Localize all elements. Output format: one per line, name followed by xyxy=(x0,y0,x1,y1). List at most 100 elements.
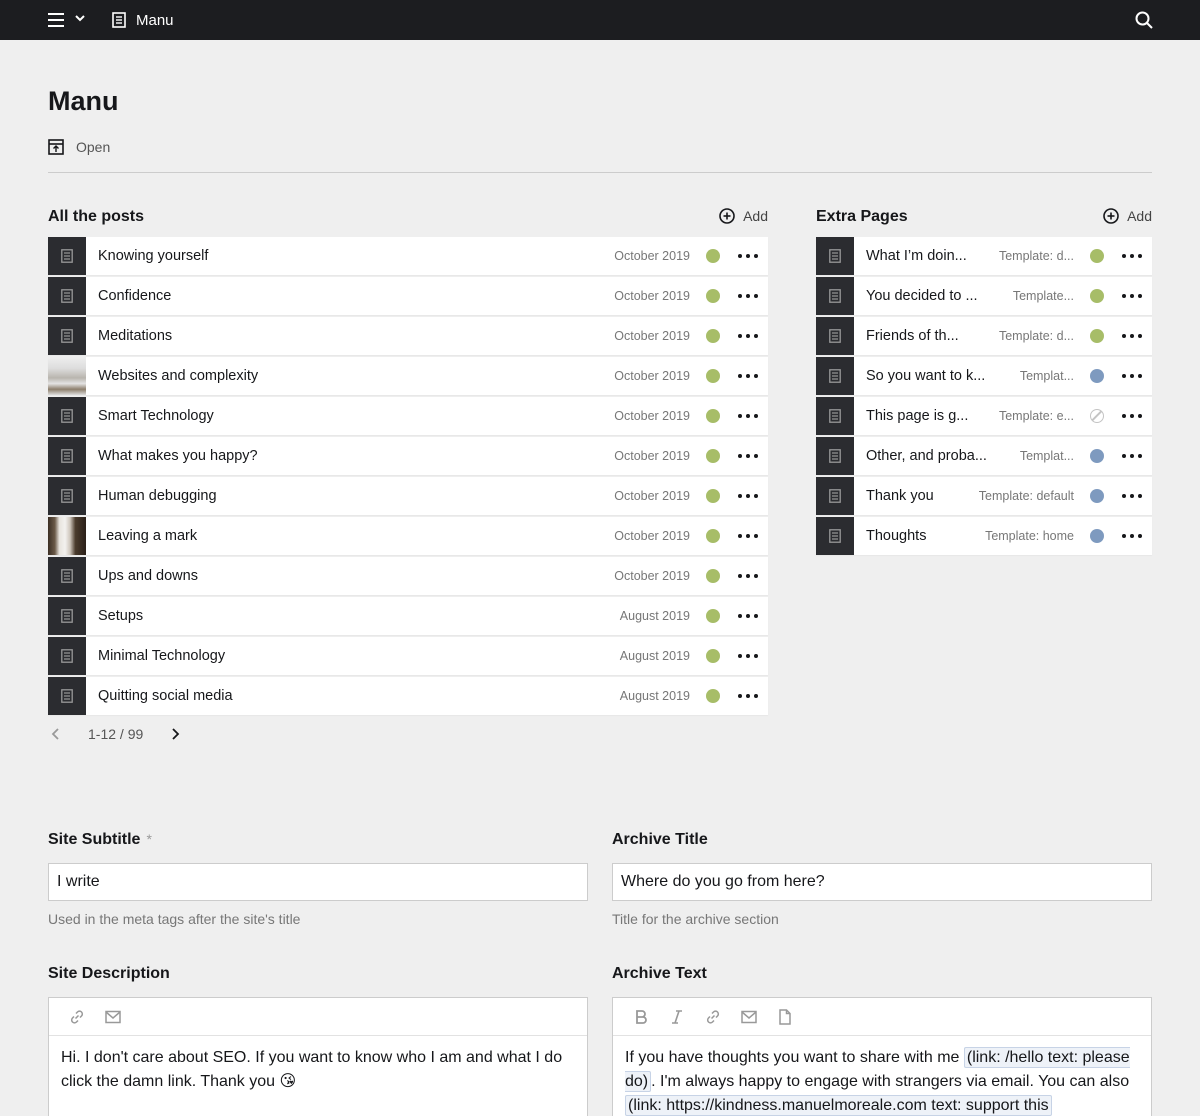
item-title[interactable]: What makes you happy? xyxy=(98,448,614,464)
options-button[interactable] xyxy=(738,566,758,586)
options-button[interactable] xyxy=(1122,286,1142,306)
item-title[interactable]: Websites and complexity xyxy=(98,368,614,384)
item-title[interactable]: Confidence xyxy=(98,288,614,304)
status-listed-icon[interactable] xyxy=(706,289,720,303)
item-title[interactable]: Quitting social media xyxy=(98,688,620,704)
status-listed-icon[interactable] xyxy=(1090,289,1104,303)
search-icon[interactable] xyxy=(1134,10,1154,30)
list-item[interactable]: Friends of th... Template: d... xyxy=(816,317,1152,355)
italic-button[interactable] xyxy=(659,998,695,1036)
item-title[interactable]: Friends of th... xyxy=(866,328,999,344)
status-listed-icon[interactable] xyxy=(706,449,720,463)
options-button[interactable] xyxy=(738,286,758,306)
list-item[interactable]: Thoughts Template: home xyxy=(816,517,1152,555)
site-subtitle-input[interactable] xyxy=(48,863,588,901)
status-unlisted-icon[interactable] xyxy=(1090,449,1104,463)
item-title[interactable]: This page is g... xyxy=(866,408,999,424)
list-item[interactable]: So you want to k... Templat... xyxy=(816,357,1152,395)
options-button[interactable] xyxy=(738,646,758,666)
item-title[interactable]: What I’m doin... xyxy=(866,248,999,264)
list-item[interactable]: Ups and downs October 2019 xyxy=(48,557,768,595)
list-item[interactable]: Quitting social media August 2019 xyxy=(48,677,768,715)
email-button[interactable] xyxy=(731,998,767,1036)
add-page-button[interactable]: Add xyxy=(1103,208,1152,224)
status-listed-icon[interactable] xyxy=(706,409,720,423)
item-title[interactable]: Ups and downs xyxy=(98,568,614,584)
list-item[interactable]: Human debugging October 2019 xyxy=(48,477,768,515)
item-title[interactable]: Thank you xyxy=(866,488,979,504)
archive-text-content[interactable]: If you have thoughts you want to share w… xyxy=(613,1036,1151,1116)
list-item[interactable]: Confidence October 2019 xyxy=(48,277,768,315)
pagination-label[interactable]: 1-12 / 99 xyxy=(88,726,143,742)
list-item[interactable]: Knowing yourself October 2019 xyxy=(48,237,768,275)
list-item[interactable]: What makes you happy? October 2019 xyxy=(48,437,768,475)
item-title[interactable]: Minimal Technology xyxy=(98,648,620,664)
list-item[interactable]: Smart Technology October 2019 xyxy=(48,397,768,435)
file-button[interactable] xyxy=(767,998,803,1036)
site-description-text[interactable]: Hi. I don't care about SEO. If you want … xyxy=(49,1036,587,1104)
item-title[interactable]: Other, and proba... xyxy=(866,448,1020,464)
status-unlisted-icon[interactable] xyxy=(1090,369,1104,383)
status-listed-icon[interactable] xyxy=(706,369,720,383)
list-item[interactable]: Thank you Template: default xyxy=(816,477,1152,515)
status-listed-icon[interactable] xyxy=(1090,329,1104,343)
options-button[interactable] xyxy=(1122,246,1142,266)
options-button[interactable] xyxy=(1122,446,1142,466)
item-title[interactable]: Thoughts xyxy=(866,528,985,544)
next-page-button[interactable] xyxy=(167,724,183,744)
menu-toggle-button[interactable] xyxy=(48,12,88,28)
options-button[interactable] xyxy=(738,486,758,506)
list-item[interactable]: Setups August 2019 xyxy=(48,597,768,635)
options-button[interactable] xyxy=(738,366,758,386)
options-button[interactable] xyxy=(738,326,758,346)
email-button[interactable] xyxy=(95,998,131,1036)
options-button[interactable] xyxy=(1122,326,1142,346)
options-button[interactable] xyxy=(738,606,758,626)
item-title[interactable]: Smart Technology xyxy=(98,408,614,424)
status-unlisted-icon[interactable] xyxy=(1090,529,1104,543)
options-button[interactable] xyxy=(738,686,758,706)
item-title[interactable]: Setups xyxy=(98,608,620,624)
list-item[interactable]: Leaving a mark October 2019 xyxy=(48,517,768,555)
item-title[interactable]: Meditations xyxy=(98,328,614,344)
status-listed-icon[interactable] xyxy=(706,249,720,263)
status-listed-icon[interactable] xyxy=(706,609,720,623)
options-button[interactable] xyxy=(738,526,758,546)
item-title[interactable]: Leaving a mark xyxy=(98,528,614,544)
breadcrumb[interactable]: Manu xyxy=(112,10,174,30)
bold-button[interactable] xyxy=(623,998,659,1036)
list-item[interactable]: Websites and complexity October 2019 xyxy=(48,357,768,395)
status-listed-icon[interactable] xyxy=(706,569,720,583)
item-title[interactable]: Human debugging xyxy=(98,488,614,504)
open-button[interactable]: Open xyxy=(48,138,110,156)
link-button[interactable] xyxy=(695,998,731,1036)
prev-page-button[interactable] xyxy=(48,724,64,744)
item-title[interactable]: You decided to ... xyxy=(866,288,1013,304)
status-unlisted-icon[interactable] xyxy=(1090,489,1104,503)
list-item[interactable]: Meditations October 2019 xyxy=(48,317,768,355)
options-button[interactable] xyxy=(738,446,758,466)
item-title[interactable]: So you want to k... xyxy=(866,368,1020,384)
options-button[interactable] xyxy=(738,246,758,266)
item-title[interactable]: Knowing yourself xyxy=(98,248,614,264)
archive-title-input[interactable] xyxy=(612,863,1152,901)
options-button[interactable] xyxy=(1122,526,1142,546)
status-listed-icon[interactable] xyxy=(706,529,720,543)
status-listed-icon[interactable] xyxy=(706,649,720,663)
status-listed-icon[interactable] xyxy=(706,689,720,703)
link-button[interactable] xyxy=(59,998,95,1036)
options-button[interactable] xyxy=(1122,406,1142,426)
options-button[interactable] xyxy=(738,406,758,426)
list-item[interactable]: You decided to ... Template... xyxy=(816,277,1152,315)
status-listed-icon[interactable] xyxy=(1090,249,1104,263)
list-item[interactable]: Minimal Technology August 2019 xyxy=(48,637,768,675)
add-post-button[interactable]: Add xyxy=(719,208,768,224)
list-item[interactable]: This page is g... Template: e... xyxy=(816,397,1152,435)
list-item[interactable]: What I’m doin... Template: d... xyxy=(816,237,1152,275)
list-item[interactable]: Other, and proba... Templat... xyxy=(816,437,1152,475)
options-button[interactable] xyxy=(1122,486,1142,506)
status-listed-icon[interactable] xyxy=(706,329,720,343)
status-draft-icon[interactable] xyxy=(1090,409,1104,423)
status-listed-icon[interactable] xyxy=(706,489,720,503)
options-button[interactable] xyxy=(1122,366,1142,386)
